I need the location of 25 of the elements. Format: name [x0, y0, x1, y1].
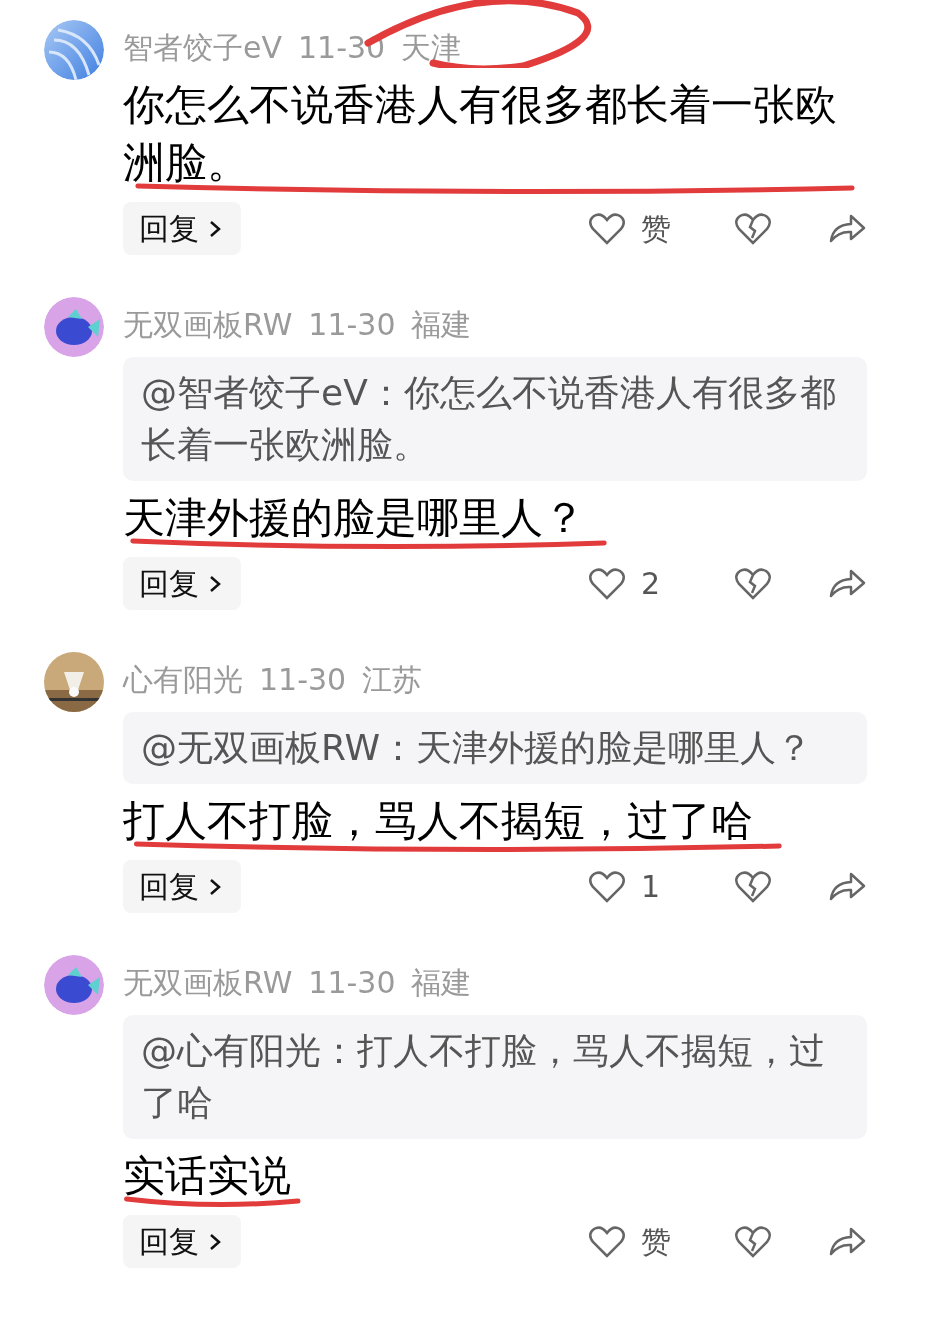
avatar-icon[interactable]: [44, 297, 104, 357]
quoted-comment: @无双画板RW：天津外援的脸是哪里人？: [123, 712, 867, 784]
comment-text: 打人不打脸，骂人不揭短，过了哈: [123, 796, 753, 845]
avatar-icon[interactable]: [44, 20, 104, 80]
comment-date: 11-30: [308, 306, 396, 344]
like-count: 赞: [641, 210, 671, 248]
comment-text: 天津外援的脸是哪里人？: [123, 493, 585, 542]
comment-location: 福建: [411, 964, 472, 1002]
like-count: 1: [641, 868, 661, 906]
comment-location: 江苏: [362, 661, 423, 699]
like-count: 赞: [641, 1223, 671, 1261]
comment-location: 福建: [411, 306, 472, 344]
comment-text: 你怎么不说香港人有很多都长着一张欧洲脸。: [123, 80, 837, 187]
comment-date: 11-30: [308, 964, 396, 1002]
like-count: 2: [641, 565, 661, 603]
avatar-icon[interactable]: [44, 955, 104, 1015]
reply-button[interactable]: 回复: [123, 557, 241, 610]
quoted-comment: @心有阳光：打人不打脸，骂人不揭短，过了哈: [123, 1015, 867, 1139]
quoted-comment: @智者饺子eV：你怎么不说香港人有很多都长着一张欧洲脸。: [123, 357, 867, 481]
comment-location: 天津: [401, 29, 462, 67]
comment-text: 实话实说: [123, 1151, 291, 1200]
comment-date: 11-30: [259, 661, 347, 699]
reply-button[interactable]: 回复: [123, 860, 241, 913]
reply-button[interactable]: 回复: [123, 202, 241, 255]
reply-button[interactable]: 回复: [123, 1215, 241, 1268]
